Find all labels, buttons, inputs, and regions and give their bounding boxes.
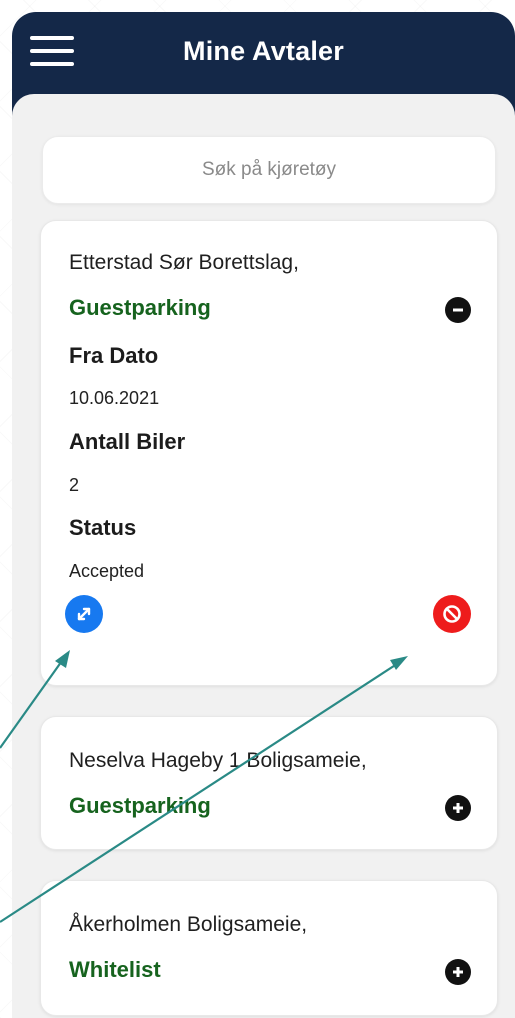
agreement-card[interactable]: Neselva Hageby 1 Boligsameie, Guestparki…: [40, 716, 498, 850]
detail-label-car-count: Antall Biler: [69, 429, 186, 454]
agreement-card[interactable]: Etterstad Sør Borettslag, Guestparking F…: [40, 220, 498, 686]
expand-arrows-icon: [77, 607, 91, 621]
expand-button[interactable]: [65, 595, 103, 633]
agreement-location: Neselva Hageby 1 Boligsameie,: [69, 749, 367, 772]
agreement-location: Åkerholmen Boligsameie,: [69, 913, 308, 936]
app-header: Mine Avtaler: [12, 12, 515, 100]
agreement-location: Etterstad Sør Borettslag,: [69, 251, 299, 274]
detail-value-car-count: 2: [69, 475, 80, 495]
block-icon: [443, 605, 461, 623]
agreement-card[interactable]: Åkerholmen Boligsameie, Whitelist: [40, 880, 498, 1016]
agreement-type: Whitelist: [69, 957, 161, 982]
plus-circle-icon[interactable]: [445, 795, 471, 821]
app-screen: Mine Avtaler Søk på kjøretøy Etterstad S…: [12, 12, 515, 1018]
page-title: Mine Avtaler: [183, 36, 344, 66]
detail-label-status: Status: [69, 515, 137, 540]
plus-circle-icon[interactable]: [445, 959, 471, 985]
detail-label-from-date: Fra Dato: [69, 343, 159, 368]
search-input[interactable]: Søk på kjøretøy: [42, 136, 496, 204]
cancel-agreement-button[interactable]: [433, 595, 471, 633]
minus-circle-icon[interactable]: [445, 297, 471, 323]
agreement-type: Guestparking: [69, 793, 211, 818]
agreement-type: Guestparking: [69, 295, 211, 320]
agreements-list: Søk på kjøretøy Etterstad Sør Borettslag…: [12, 94, 515, 1018]
search-placeholder: Søk på kjøretøy: [201, 159, 337, 180]
detail-value-from-date: 10.06.2021: [69, 388, 160, 408]
detail-value-status: Accepted: [69, 561, 145, 581]
